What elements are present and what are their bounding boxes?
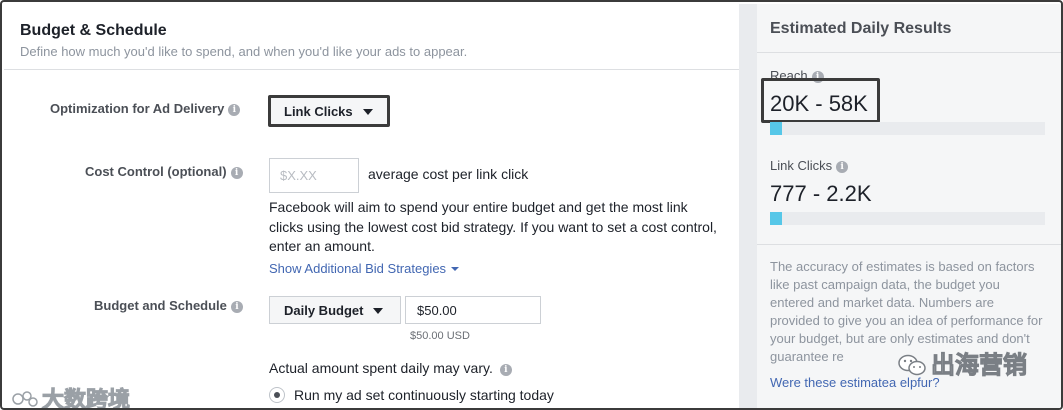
reach-bar-fill xyxy=(770,122,783,135)
schedule-option-continuous[interactable]: Run my ad set continuously starting toda… xyxy=(269,387,554,403)
watermark-left: 大数跨境 xyxy=(12,382,131,410)
budget-section: Budget & Schedule Define how much you'd … xyxy=(4,4,739,410)
divider xyxy=(4,69,739,70)
clicks-bar-fill xyxy=(770,212,783,225)
caret-down-icon xyxy=(451,267,460,271)
optimization-dropdown[interactable]: Link Clicks xyxy=(268,95,390,127)
estimates-title: Estimated Daily Results xyxy=(770,20,952,37)
panel-divider xyxy=(739,4,757,408)
budget-label: Budget and Schedule xyxy=(94,298,227,313)
budget-type-dropdown[interactable]: Daily Budget xyxy=(269,296,401,324)
info-icon[interactable]: i xyxy=(230,167,243,179)
info-icon[interactable]: i xyxy=(228,104,241,116)
divider xyxy=(757,52,1061,53)
info-icon[interactable]: i xyxy=(499,364,512,376)
show-bid-strategies-label: Show Additional Bid Strategies xyxy=(269,261,447,276)
budget-type-value: Daily Budget xyxy=(284,303,364,318)
wechat-icon xyxy=(898,354,926,376)
reach-value: 20K - 58K xyxy=(770,91,868,116)
cost-control-label: Cost Control (optional) xyxy=(85,164,227,179)
logo-icon xyxy=(12,391,38,407)
watermark-right: 出海营销 xyxy=(897,345,1028,380)
section-subtitle: Define how much you'd like to spend, and… xyxy=(20,44,468,59)
schedule-option-label: Run my ad set continuously starting toda… xyxy=(294,387,554,403)
budget-amount-usd: $50.00 USD xyxy=(410,330,470,342)
optimization-label: Optimization for Ad Delivery xyxy=(50,101,225,116)
optimization-row-label: Optimization for Ad Delivery i xyxy=(50,101,241,116)
clicks-value: 777 - 2.2K xyxy=(770,181,872,206)
budget-vary-note: Actual amount spent daily may vary. xyxy=(269,360,493,376)
clicks-label: Link Clicks xyxy=(770,158,833,173)
watermark-left-text: 大数跨境 xyxy=(41,388,131,410)
optimization-value: Link Clicks xyxy=(284,104,353,119)
cost-control-row-label: Cost Control (optional) i xyxy=(85,164,243,179)
info-icon[interactable]: i xyxy=(836,161,849,173)
reach-bar xyxy=(770,122,1045,135)
caret-down-icon xyxy=(362,109,373,115)
watermark-right-text: 出海营销 xyxy=(931,351,1028,380)
budget-row-label: Budget and Schedule i xyxy=(94,298,243,313)
cost-control-input[interactable]: $X.XX xyxy=(269,158,359,193)
radio-icon[interactable] xyxy=(269,387,285,403)
info-icon[interactable]: i xyxy=(230,301,243,313)
caret-down-icon xyxy=(373,308,384,314)
cost-control-suffix: average cost per link click xyxy=(368,166,529,182)
section-title: Budget & Schedule xyxy=(20,22,167,39)
budget-vary-note-row: Actual amount spent daily may vary. i xyxy=(269,360,512,376)
divider xyxy=(757,244,1061,245)
cost-control-description: Facebook will aim to spend your entire b… xyxy=(269,199,717,254)
clicks-label-row: Link Clicks i xyxy=(770,158,849,173)
budget-amount-value: $50.00 xyxy=(417,303,457,318)
budget-amount-input[interactable]: $50.00 xyxy=(405,296,541,324)
cost-control-placeholder: $X.XX xyxy=(280,168,317,183)
show-bid-strategies-link[interactable]: Show Additional Bid Strategies xyxy=(269,261,460,276)
budget-schedule-panel: Budget & Schedule Define how much you'd … xyxy=(0,0,1063,410)
clicks-bar xyxy=(770,212,1045,225)
